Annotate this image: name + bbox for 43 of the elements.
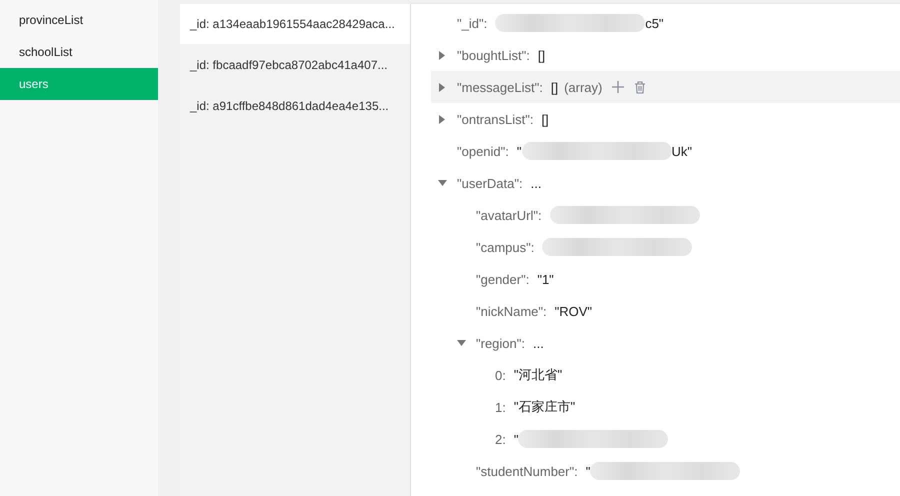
field-key: "region": — [476, 336, 525, 350]
document-item[interactable]: _id: fbcaadf97ebca8702abc41a407... — [180, 45, 410, 85]
field-value: "河北省" — [514, 366, 562, 384]
field-value: Uk" — [672, 144, 692, 158]
field-key: "campus": — [476, 240, 534, 254]
add-icon[interactable] — [612, 81, 624, 93]
field-key: "nickName": — [476, 304, 547, 318]
field-value: "1" — [537, 272, 554, 286]
field-key: "studentNumber": — [476, 464, 578, 478]
document-item[interactable]: _id: a134eaab1961554aac28429aca... — [180, 4, 410, 44]
field-row[interactable]: "messageList": [] (array) — [431, 71, 900, 103]
field-key: "messageList": — [457, 80, 543, 94]
field-key: "userData": — [457, 176, 523, 190]
trash-icon[interactable] — [634, 80, 646, 94]
field-key: "openid": — [457, 144, 509, 158]
field-value: " — [586, 464, 590, 478]
field-value: ... — [532, 336, 544, 350]
collapse-arrow-icon[interactable] — [456, 340, 466, 346]
expand-arrow-icon[interactable] — [439, 82, 445, 92]
field-key: 2: — [495, 432, 506, 446]
field-key: 1: — [495, 400, 506, 414]
field-value: " — [514, 432, 518, 446]
field-key: "boughtList": — [457, 48, 530, 62]
collapse-arrow-icon[interactable] — [438, 180, 446, 186]
field-value: " — [516, 144, 522, 158]
expand-arrow-icon[interactable] — [439, 114, 445, 124]
field-key: 0: — [495, 368, 506, 382]
field-key: "gender": — [476, 272, 530, 286]
field-key: "ontransList": — [457, 112, 534, 126]
field-value: ... — [530, 176, 542, 190]
expand-arrow-icon[interactable] — [439, 50, 445, 60]
collection-item[interactable]: provinceList — [0, 4, 158, 36]
field-value: "石家庄市" — [514, 398, 576, 416]
document-item[interactable]: _id: a91cffbe848d861dad4ea4e135... — [180, 86, 410, 126]
field-value: [] — [538, 48, 546, 62]
field-value: [] — [550, 80, 558, 94]
field-value: c5" — [645, 16, 664, 30]
type-hint: (array) — [564, 80, 602, 94]
field-key: "avatarUrl": — [476, 208, 542, 222]
field-value: [] — [541, 112, 549, 126]
collection-item[interactable]: schoolList — [0, 36, 158, 68]
field-value: "ROV" — [554, 304, 592, 318]
field-key: "_id": — [457, 16, 488, 30]
